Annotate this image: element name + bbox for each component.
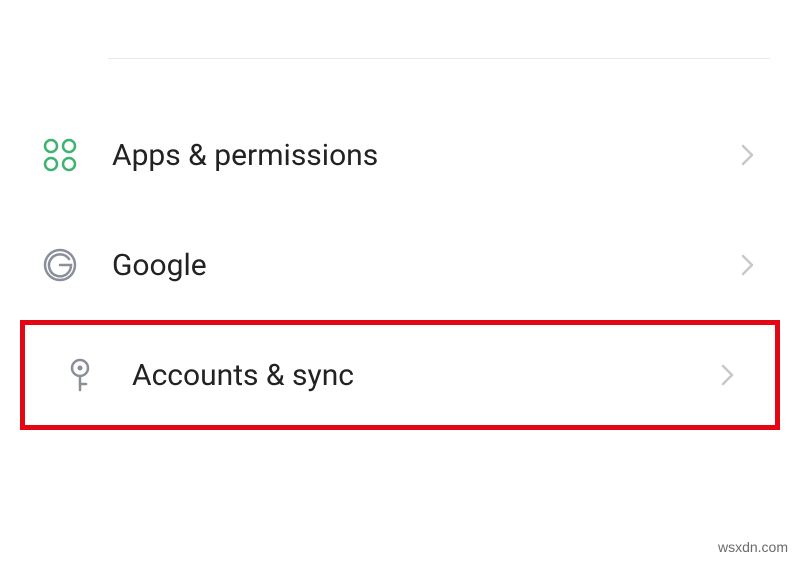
- settings-item-google[interactable]: Google: [0, 210, 800, 320]
- google-icon: [40, 245, 80, 285]
- settings-item-apps-permissions[interactable]: Apps & permissions: [0, 100, 800, 210]
- chevron-right-icon: [736, 253, 760, 277]
- chevron-right-icon: [716, 363, 740, 387]
- divider: [108, 58, 770, 59]
- apps-icon: [40, 135, 80, 175]
- settings-item-label: Google: [112, 248, 736, 283]
- key-icon: [60, 355, 100, 395]
- settings-item-accounts-sync[interactable]: Accounts & sync: [20, 320, 780, 430]
- settings-list: Apps & permissions Google: [0, 0, 800, 430]
- watermark: wsxdn.com: [718, 539, 788, 555]
- settings-item-label: Apps & permissions: [112, 138, 736, 173]
- chevron-right-icon: [736, 143, 760, 167]
- settings-item-label: Accounts & sync: [132, 358, 716, 393]
